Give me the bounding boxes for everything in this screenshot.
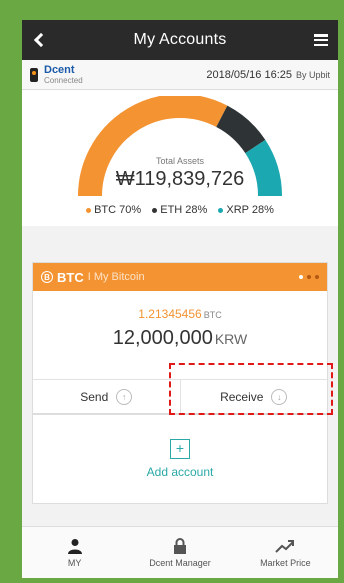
device-name: Dcent [44, 63, 75, 76]
asset-legend: BTC 70% ETH 28% XRP 28% [22, 204, 338, 216]
device-icon [30, 67, 38, 82]
device-status: Connected [44, 75, 83, 85]
add-account-label: Add account [146, 465, 214, 479]
total-assets-label: Total Assets [155, 156, 205, 166]
bottom-navigation: MY Dcent Manager Market Price [22, 526, 338, 578]
legend-xrp: XRP 28% [218, 204, 274, 216]
trend-icon [275, 539, 295, 553]
device-block: Dcent Connected [44, 63, 83, 85]
phone-screen: My Accounts Dcent Connected 2018/05/16 1… [22, 20, 338, 578]
send-button[interactable]: Send ↑ [33, 380, 180, 413]
account-card-header[interactable]: B BTC I My Bitcoin [33, 263, 327, 291]
legend-eth: ETH 28% [152, 204, 207, 216]
gauge-segment-eth [215, 105, 266, 154]
total-assets-panel: Total Assets ₩119,839,726 BTC 70% ETH 28… [22, 90, 338, 226]
account-description: I My Bitcoin [87, 271, 145, 283]
app-header: My Accounts [22, 20, 338, 60]
legend-dot-icon [152, 207, 158, 213]
bitcoin-icon: B [41, 271, 53, 283]
total-assets-value: ₩119,839,726 [115, 168, 245, 190]
account-symbol: BTC [57, 269, 84, 285]
back-arrow-icon[interactable] [33, 32, 49, 48]
nav-my[interactable]: MY [22, 527, 127, 578]
krw-balance: 12,000,000 KRW [112, 327, 248, 349]
up-arrow-icon: ↑ [116, 388, 133, 405]
nav-dcent-manager[interactable]: Dcent Manager [127, 527, 232, 578]
btc-balance: 1.21345456 BTC [138, 307, 222, 321]
lock-icon [173, 537, 186, 554]
plus-icon: + [170, 439, 190, 459]
rate-timestamp: 2018/05/16 16:25 [206, 68, 292, 81]
receive-highlight-box [169, 363, 333, 415]
legend-dot-icon [218, 207, 224, 213]
more-options-icon[interactable] [299, 275, 319, 279]
person-icon [67, 538, 82, 554]
legend-dot-icon [86, 207, 92, 213]
rate-source: By Upbit [295, 69, 330, 80]
page-title: My Accounts [133, 31, 227, 48]
device-info-bar: Dcent Connected 2018/05/16 16:25 By Upbi… [22, 60, 338, 90]
nav-market-price[interactable]: Market Price [233, 527, 338, 578]
legend-btc: BTC 70% [86, 204, 141, 216]
add-account-button[interactable]: + Add account [32, 414, 328, 504]
hamburger-menu-icon[interactable] [314, 34, 328, 46]
